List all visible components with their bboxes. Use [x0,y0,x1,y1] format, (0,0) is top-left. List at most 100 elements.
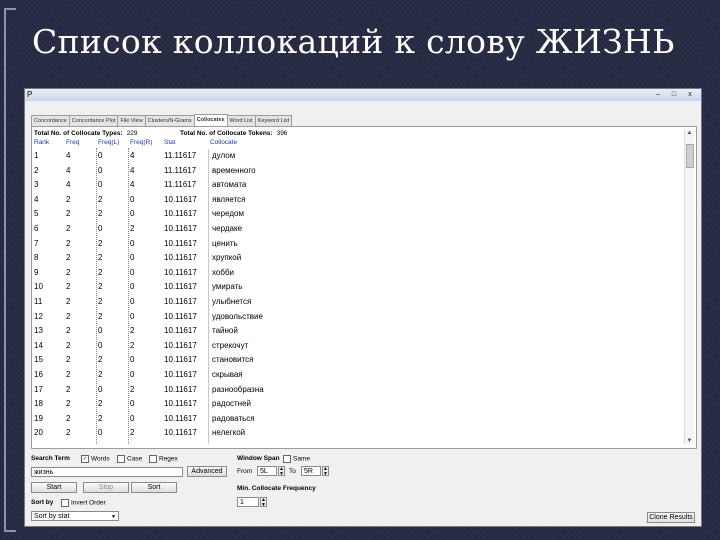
clone-results-button[interactable]: Clone Results [647,512,695,523]
collocate-cell[interactable]: ценить [212,237,238,252]
regex-checkbox[interactable]: Regex [149,455,178,463]
min-frequency-spinner-icon[interactable]: ▲ ▼ [260,497,267,507]
maximize-icon[interactable]: □ [667,90,681,99]
freq-cell: 2 [66,399,71,409]
slide-title: Список коллокаций к слову ЖИЗНЬ [32,22,675,61]
table-row[interactable]: 9 2 2 0 10.11617 хобби [32,266,682,281]
close-icon[interactable]: x [683,90,697,99]
table-row[interactable]: 12 2 2 0 10.11617 удовольствие [32,310,682,325]
tab-concordance-plot[interactable]: Concordance Plot [68,115,119,126]
table-row[interactable]: 4 2 2 0 10.11617 является [32,193,682,208]
table-row[interactable]: 2 4 0 4 11.11617 временного [32,164,682,179]
tab-collocates[interactable]: Collocates [193,114,228,126]
min-frequency-label: Min. Collocate Frequency [237,485,316,492]
tab-file-view[interactable]: File View [117,115,146,126]
table-row[interactable]: 5 2 2 0 10.11617 чередом [32,207,682,222]
collocate-cell[interactable]: разнообразна [212,383,264,398]
table-row[interactable]: 17 2 0 2 10.11617 разнообразна [32,383,682,398]
tab-concordance[interactable]: Concordance [31,115,70,126]
table-row[interactable]: 8 2 2 0 10.11617 хрупкой [32,251,682,266]
chevron-down-icon[interactable]: ▼ [111,512,116,520]
to-field[interactable]: 5R [301,466,321,476]
collocate-cell[interactable]: временного [212,164,256,179]
stat-cell: 10.11617 [164,399,197,409]
search-term-label: Search Term [31,455,70,462]
freq-left-cell: 2 [98,399,103,409]
column-header-collocate[interactable]: Collocate [210,139,237,146]
collocate-cell[interactable]: чердаке [212,222,242,237]
table-row[interactable]: 20 2 0 2 10.11617 нелегкой [32,426,682,441]
column-header-freq-right[interactable]: Freq(R) [130,139,152,146]
column-header-rank[interactable]: Rank [34,139,49,146]
table-row[interactable]: 18 2 2 0 10.11617 радостней [32,397,682,412]
table-row[interactable]: 15 2 2 0 10.11617 становится [32,353,682,368]
stop-button[interactable]: Stop [83,482,129,493]
stat-cell: 10.11617 [164,428,197,438]
table-row[interactable]: 19 2 2 0 10.11617 радоваться [32,412,682,427]
table-row[interactable]: 14 2 0 2 10.11617 стрекочут [32,339,682,354]
collocate-cell[interactable]: радостней [212,397,251,412]
freq-left-cell: 0 [98,326,103,336]
minimize-icon[interactable]: – [651,90,665,99]
freq-cell: 2 [66,297,71,306]
collocate-cell[interactable]: нелегкой [212,426,245,441]
tab-strip: Concordance Concordance Plot File View C… [31,114,293,126]
from-spinner-icon[interactable]: ▲ ▼ [278,466,285,476]
antconc-window: P – □ x Concordance Concordance Plot Fil… [24,88,702,527]
total-tokens-value: 396 [276,130,288,137]
scroll-thumb[interactable] [686,144,694,168]
sort-button[interactable]: Sort [131,482,177,493]
column-header-freq-left[interactable]: Freq(L) [98,139,119,146]
invert-order-checkbox[interactable]: Invert Order [61,499,106,507]
words-checkbox[interactable]: ✓ Words [81,455,110,463]
collocate-cell[interactable]: улыбнется [212,295,251,310]
collocate-cell[interactable]: стрекочут [212,339,248,354]
table-row[interactable]: 10 2 2 0 10.11617 умирать [32,280,682,295]
min-frequency-field[interactable]: 1 [237,497,259,507]
results-scrollbar[interactable]: ▲ ▼ [684,130,694,444]
freq-left-cell: 2 [98,209,103,219]
collocate-cell[interactable]: радоваться [212,412,255,427]
collocate-cell[interactable]: является [212,193,246,208]
table-row[interactable]: 13 2 0 2 10.11617 тайной [32,324,682,339]
table-row[interactable]: 7 2 2 0 10.11617 ценить [32,237,682,252]
collocate-cell[interactable]: дулом [212,149,235,164]
column-header-stat[interactable]: Stat [164,139,176,146]
stat-cell: 11.11617 [164,165,197,175]
collocate-cell[interactable]: хрупкой [212,251,241,266]
tab-clusters[interactable]: Clusters/N-Grams [144,115,195,126]
collocate-cell[interactable]: удовольствие [212,310,263,325]
window-titlebar: P – □ x [25,89,701,101]
table-row[interactable]: 11 2 2 0 10.11617 улыбнется [32,295,682,310]
search-term-input[interactable]: жизнь [31,467,183,477]
collocate-cell[interactable]: тайной [212,324,238,339]
case-checkbox[interactable]: Case [117,455,142,463]
to-spinner-icon[interactable]: ▲ ▼ [322,466,329,476]
tab-word-list[interactable]: Word List [226,115,256,126]
to-label: To [289,468,296,475]
table-row[interactable]: 6 2 0 2 10.11617 чердаке [32,222,682,237]
from-field[interactable]: 5L [257,466,277,476]
collocate-cell[interactable]: скрывая [212,368,243,383]
rank-cell: 16 [34,370,43,379]
collocate-cell[interactable]: чередом [212,207,244,222]
tab-keyword-list[interactable]: Keyword List [254,115,293,126]
freq-right-cell: 2 [130,326,135,336]
collocate-cell[interactable]: становится [212,353,254,368]
same-checkbox[interactable]: Same [283,455,310,463]
column-header-freq[interactable]: Freq [66,139,79,146]
freq-left-cell: 2 [98,413,103,423]
collocate-cell[interactable]: хобби [212,266,234,281]
freq-left-cell: 2 [98,194,103,204]
scroll-up-icon[interactable]: ▲ [685,130,694,136]
start-button[interactable]: Start [31,482,77,493]
table-row[interactable]: 3 4 0 4 11.11617 автомата [32,178,682,193]
table-row[interactable]: 16 2 2 0 10.11617 скрывая [32,368,682,383]
freq-right-cell: 0 [130,297,135,306]
table-row[interactable]: 1 4 0 4 11.11617 дулом [32,149,682,164]
sort-by-select[interactable]: Sort by stat ▼ [31,511,119,521]
advanced-button[interactable]: Advanced [187,466,227,477]
scroll-down-icon[interactable]: ▼ [685,438,694,444]
collocate-cell[interactable]: автомата [212,178,246,193]
collocate-cell[interactable]: умирать [212,280,242,295]
